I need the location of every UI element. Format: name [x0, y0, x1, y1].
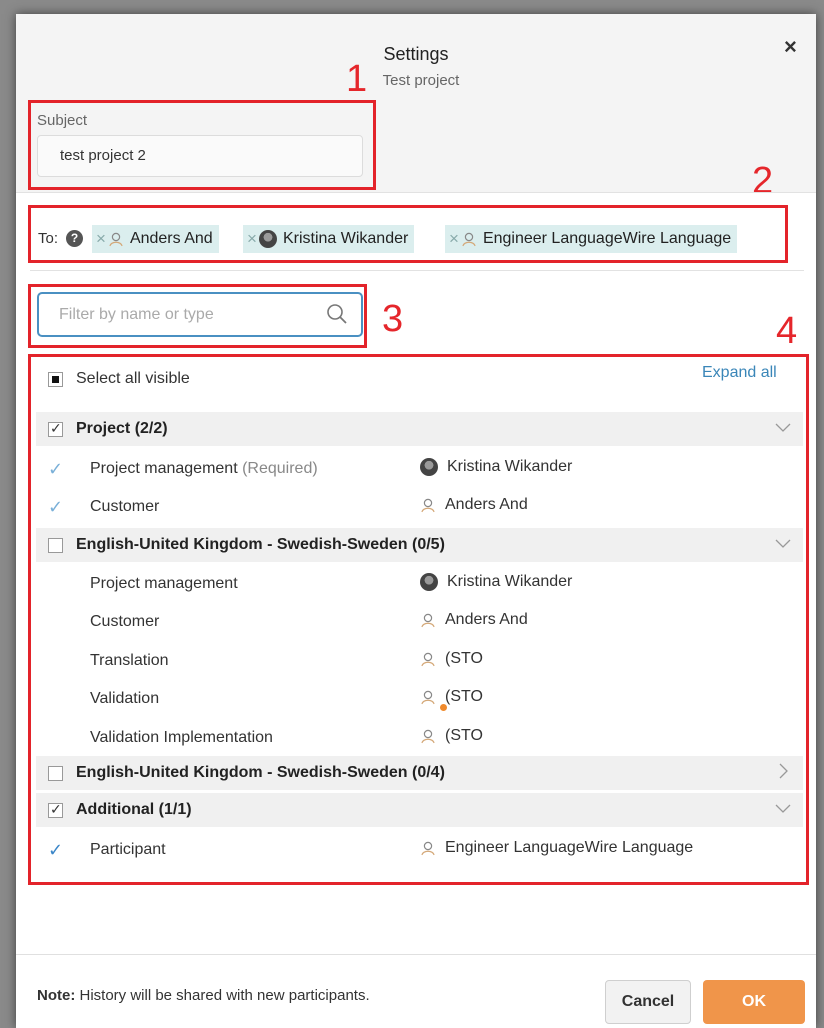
- select-all-label: Select all visible: [76, 370, 190, 387]
- line-avatar-icon: [421, 841, 435, 856]
- select-all-checkbox[interactable]: [48, 371, 63, 387]
- person: Kristina Wikander: [420, 573, 572, 591]
- group-checkbox[interactable]: [48, 765, 63, 781]
- remove-icon[interactable]: ×: [449, 229, 459, 249]
- role-label: Participant: [90, 841, 166, 858]
- table-row[interactable]: Translation (STO: [36, 644, 803, 680]
- to-label: To:: [38, 230, 59, 247]
- help-icon[interactable]: ?: [66, 230, 83, 247]
- chevron-down-icon[interactable]: [775, 800, 791, 816]
- line-avatar-icon: [421, 729, 435, 744]
- line-avatar-icon: [109, 232, 123, 247]
- photo-avatar-icon: [258, 230, 277, 248]
- dialog-title: Settings: [383, 44, 449, 64]
- line-avatar-icon: [421, 613, 435, 628]
- remove-icon[interactable]: ×: [96, 229, 106, 249]
- line-avatar-icon: [421, 690, 435, 705]
- person: Anders And: [420, 496, 528, 514]
- footer-note: Note: History will be shared with new pa…: [37, 987, 370, 1004]
- annotation-number-1: 1: [346, 58, 368, 100]
- annotation-number-4: 4: [776, 310, 798, 352]
- status-dot-icon: [439, 703, 448, 712]
- table-row[interactable]: Validation (STO: [36, 682, 803, 718]
- role-label: Customer: [90, 613, 160, 630]
- line-avatar-icon: [462, 232, 476, 247]
- chevron-down-icon[interactable]: [775, 419, 791, 435]
- expand-all-link[interactable]: Expand all: [702, 364, 777, 382]
- group-header-language-pair-collapsed[interactable]: English-United Kingdom - Swedish-Sweden …: [36, 756, 803, 790]
- group-checkbox[interactable]: [48, 537, 63, 553]
- line-avatar-icon: [421, 498, 435, 513]
- person: (STO: [420, 650, 483, 668]
- recipient-chip: × Anders And: [92, 225, 219, 253]
- group-checkbox[interactable]: [48, 420, 63, 437]
- table-row[interactable]: Customer Anders And: [36, 605, 803, 641]
- chevron-down-icon[interactable]: [775, 535, 791, 551]
- group-title: English-United Kingdom - Swedish-Sweden …: [76, 536, 445, 553]
- check-icon: ✓: [48, 459, 64, 479]
- annotation-number-3: 3: [382, 298, 404, 340]
- dialog-subtitle: Test project: [382, 72, 460, 89]
- photo-avatar-icon: [420, 573, 438, 591]
- person: Kristina Wikander: [420, 458, 572, 476]
- person: (STO: [420, 727, 483, 745]
- remove-icon[interactable]: ×: [247, 229, 257, 249]
- role-label: Validation: [90, 690, 160, 707]
- search-icon[interactable]: [326, 303, 348, 325]
- annotation-box-1: [28, 100, 376, 190]
- group-title: Project (2/2): [76, 420, 168, 437]
- table-row[interactable]: ✓ Customer Anders And: [36, 490, 803, 526]
- select-all-visible[interactable]: Select all visible: [48, 370, 190, 388]
- role-label: Customer: [90, 498, 160, 515]
- header-divider: [16, 192, 816, 193]
- recipient-name: Kristina Wikander: [282, 230, 409, 247]
- ok-button[interactable]: OK: [703, 980, 805, 1024]
- group-header-language-pair[interactable]: English-United Kingdom - Swedish-Sweden …: [36, 528, 803, 562]
- table-row[interactable]: Validation Implementation (STO: [36, 721, 803, 757]
- table-row[interactable]: ✓ Participant Engineer LanguageWire Lang…: [36, 833, 803, 869]
- group-header-additional[interactable]: Additional (1/1): [36, 793, 803, 827]
- recipient-name: Engineer LanguageWire Language: [482, 230, 732, 247]
- person: (STO: [420, 688, 483, 712]
- cancel-button[interactable]: Cancel: [605, 980, 691, 1024]
- role-label: Translation: [90, 652, 169, 669]
- role-label: Project management (Required): [90, 460, 318, 477]
- annotation-number-2: 2: [752, 160, 774, 202]
- group-checkbox[interactable]: [48, 801, 63, 818]
- check-icon: ✓: [48, 497, 64, 517]
- table-row[interactable]: ✓ Project management (Required) Kristina…: [36, 452, 803, 488]
- group-header-project[interactable]: Project (2/2): [36, 412, 803, 446]
- role-label: Validation Implementation: [90, 729, 273, 746]
- recipient-chip: × Kristina Wikander: [243, 225, 415, 253]
- group-title: Additional (1/1): [76, 801, 192, 818]
- table-row[interactable]: Project management Kristina Wikander: [36, 567, 803, 603]
- role-label: Project management: [90, 575, 238, 592]
- close-icon[interactable]: ×: [784, 34, 797, 60]
- settings-dialog: Settings Test project × Subject test pro…: [16, 14, 816, 1028]
- line-avatar-icon: [421, 652, 435, 667]
- person: Anders And: [420, 611, 528, 629]
- dialog-footer: Note: History will be shared with new pa…: [16, 954, 816, 1028]
- photo-avatar-icon: [420, 458, 438, 476]
- filter-input[interactable]: [37, 292, 363, 337]
- recipient-chip: × Engineer LanguageWire Language: [445, 225, 738, 253]
- recipient-name: Anders And: [129, 230, 213, 247]
- chevron-right-icon[interactable]: [775, 763, 791, 779]
- group-title: English-United Kingdom - Swedish-Sweden …: [76, 764, 445, 781]
- check-icon: ✓: [48, 840, 64, 860]
- person: Engineer LanguageWire Language: [420, 839, 693, 857]
- to-divider: [30, 270, 804, 271]
